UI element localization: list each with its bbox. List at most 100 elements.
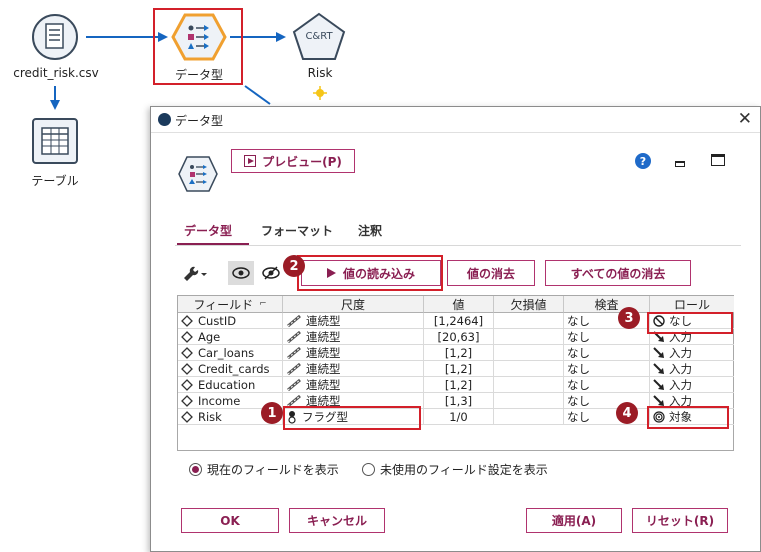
table-cell-check-text: なし [567, 345, 590, 360]
table-cell-role[interactable]: 入力 [650, 361, 734, 377]
source-node-label: credit_risk.csv [13, 66, 99, 80]
callout-3: 3 [618, 307, 640, 329]
table-cell-field-text: CustID [198, 313, 237, 328]
ok-button[interactable]: OK [181, 508, 279, 533]
column-header-role[interactable]: ロール [650, 296, 734, 313]
column-header-field[interactable]: フィールド ⌐ [178, 296, 283, 313]
tab-type[interactable]: データ型 [184, 222, 232, 239]
table-cell-values[interactable]: [1,2464] [424, 313, 494, 329]
type-node-icon [171, 13, 227, 61]
ok-button-label: OK [220, 513, 240, 528]
sparkle-icon [313, 86, 327, 100]
source-node[interactable] [31, 13, 79, 61]
cart-model-icon: C&RT [292, 12, 346, 60]
cancel-button-label: キャンセル [306, 514, 367, 528]
table-cell-missing[interactable] [494, 313, 564, 329]
table-cell-check-text: なし [567, 393, 590, 408]
continuous-measure-icon [287, 378, 301, 391]
model-node-label: Risk [307, 66, 333, 80]
clear-values-button[interactable]: 値の消去 [447, 260, 535, 286]
table-cell-role-text: 入力 [669, 377, 692, 392]
table-cell-missing[interactable] [494, 345, 564, 361]
dialog-title: データ型 [175, 114, 224, 128]
radio-current-fields-label: 現在のフィールドを表示 [207, 463, 339, 477]
type-node[interactable] [171, 12, 227, 62]
table-cell-measure-text: 連続型 [306, 345, 341, 360]
maximize-icon[interactable] [711, 154, 725, 166]
continuous-measure-icon [287, 330, 301, 343]
table-cell-measure[interactable]: 連続型 [283, 377, 424, 393]
risk-role-highlight [647, 406, 729, 429]
table-cell-values[interactable]: [1,2] [424, 345, 494, 361]
help-icon[interactable]: ? [635, 153, 651, 169]
clear-all-values-button[interactable]: すべての値の消去 [545, 260, 691, 286]
table-cell-check-text: なし [567, 409, 590, 424]
table-cell-values[interactable]: [20,63] [424, 329, 494, 345]
field-diamond-icon [181, 330, 193, 343]
table-cell-values-text: 1/0 [449, 409, 468, 424]
table-cell-field-text: Car_loans [198, 345, 255, 360]
reset-button[interactable]: リセット(R) [632, 508, 728, 533]
table-cell-role[interactable]: 入力 [650, 345, 734, 361]
table-cell-role[interactable]: 入力 [650, 377, 734, 393]
column-header-missing[interactable]: 欠損値 [494, 296, 564, 313]
model-node[interactable]: C&RT [291, 12, 347, 62]
radio-unused-fields-dot[interactable] [362, 463, 375, 476]
table-cell-missing[interactable] [494, 329, 564, 345]
column-header-measure[interactable]: 尺度 [283, 296, 424, 313]
file-source-icon [32, 14, 78, 60]
table-cell-check[interactable]: なし [564, 393, 650, 409]
role-input-icon [653, 394, 664, 406]
preview-button[interactable]: プレビュー(P) [231, 149, 355, 173]
table-cell-missing[interactable] [494, 377, 564, 393]
table-cell-role-text: 入力 [669, 361, 692, 376]
cancel-button[interactable]: キャンセル [289, 508, 385, 533]
table-cell-field: Car_loans [178, 345, 283, 361]
table-cell-values[interactable]: [1,2] [424, 361, 494, 377]
table-cell-missing[interactable] [494, 361, 564, 377]
wrench-menu-icon[interactable] [181, 264, 209, 282]
table-cell-field: Credit_cards [178, 361, 283, 377]
table-cell-check[interactable]: なし [564, 345, 650, 361]
play-icon [244, 155, 257, 167]
table-cell-values[interactable]: 1/0 [424, 409, 494, 425]
radio-unused-fields[interactable]: 未使用のフィールド設定を表示 [362, 461, 548, 478]
table-cell-measure[interactable]: 連続型 [283, 313, 424, 329]
clear-values-label: 値の消去 [466, 266, 515, 281]
apply-button[interactable]: 適用(A) [526, 508, 622, 533]
hide-eye-icon[interactable] [259, 261, 283, 285]
table-cell-check[interactable]: なし [564, 329, 650, 345]
table-cell-field-text: Age [198, 329, 221, 344]
table-cell-check-text: なし [567, 329, 590, 344]
table-cell-missing[interactable] [494, 409, 564, 425]
close-icon[interactable]: ✕ [738, 109, 752, 129]
table-cell-check[interactable]: なし [564, 361, 650, 377]
field-diamond-icon [181, 410, 193, 423]
minimize-icon[interactable] [675, 161, 685, 167]
table-cell-measure-text: 連続型 [306, 329, 341, 344]
preview-button-label: プレビュー(P) [262, 154, 342, 169]
model-node-icon-text: C&RT [305, 31, 333, 42]
radio-current-fields-dot[interactable] [189, 463, 202, 476]
table-cell-measure[interactable]: 連続型 [283, 361, 424, 377]
table-cell-values[interactable]: [1,3] [424, 393, 494, 409]
table-node[interactable] [31, 117, 79, 165]
tab-format[interactable]: フォーマット [261, 222, 333, 239]
table-cell-check[interactable]: なし [564, 377, 650, 393]
table-cell-measure[interactable]: 連続型 [283, 329, 424, 345]
table-cell-values[interactable]: [1,2] [424, 377, 494, 393]
table-cell-measure[interactable]: 連続型 [283, 345, 424, 361]
risk-measure-highlight [283, 406, 421, 430]
continuous-measure-icon [287, 314, 301, 327]
table-cell-values-text: [20,63] [437, 329, 480, 344]
table-cell-check-text: なし [567, 313, 590, 328]
radio-current-fields[interactable]: 現在のフィールドを表示 [189, 461, 339, 478]
table-cell-field: Age [178, 329, 283, 345]
field-diamond-icon [181, 346, 193, 359]
show-eye-icon[interactable] [228, 261, 254, 285]
tab-annotation[interactable]: 注釈 [358, 222, 382, 239]
table-cell-values-text: [1,2] [444, 361, 473, 376]
table-cell-measure-text: 連続型 [306, 377, 341, 392]
table-cell-missing[interactable] [494, 393, 564, 409]
column-header-values[interactable]: 値 [424, 296, 494, 313]
